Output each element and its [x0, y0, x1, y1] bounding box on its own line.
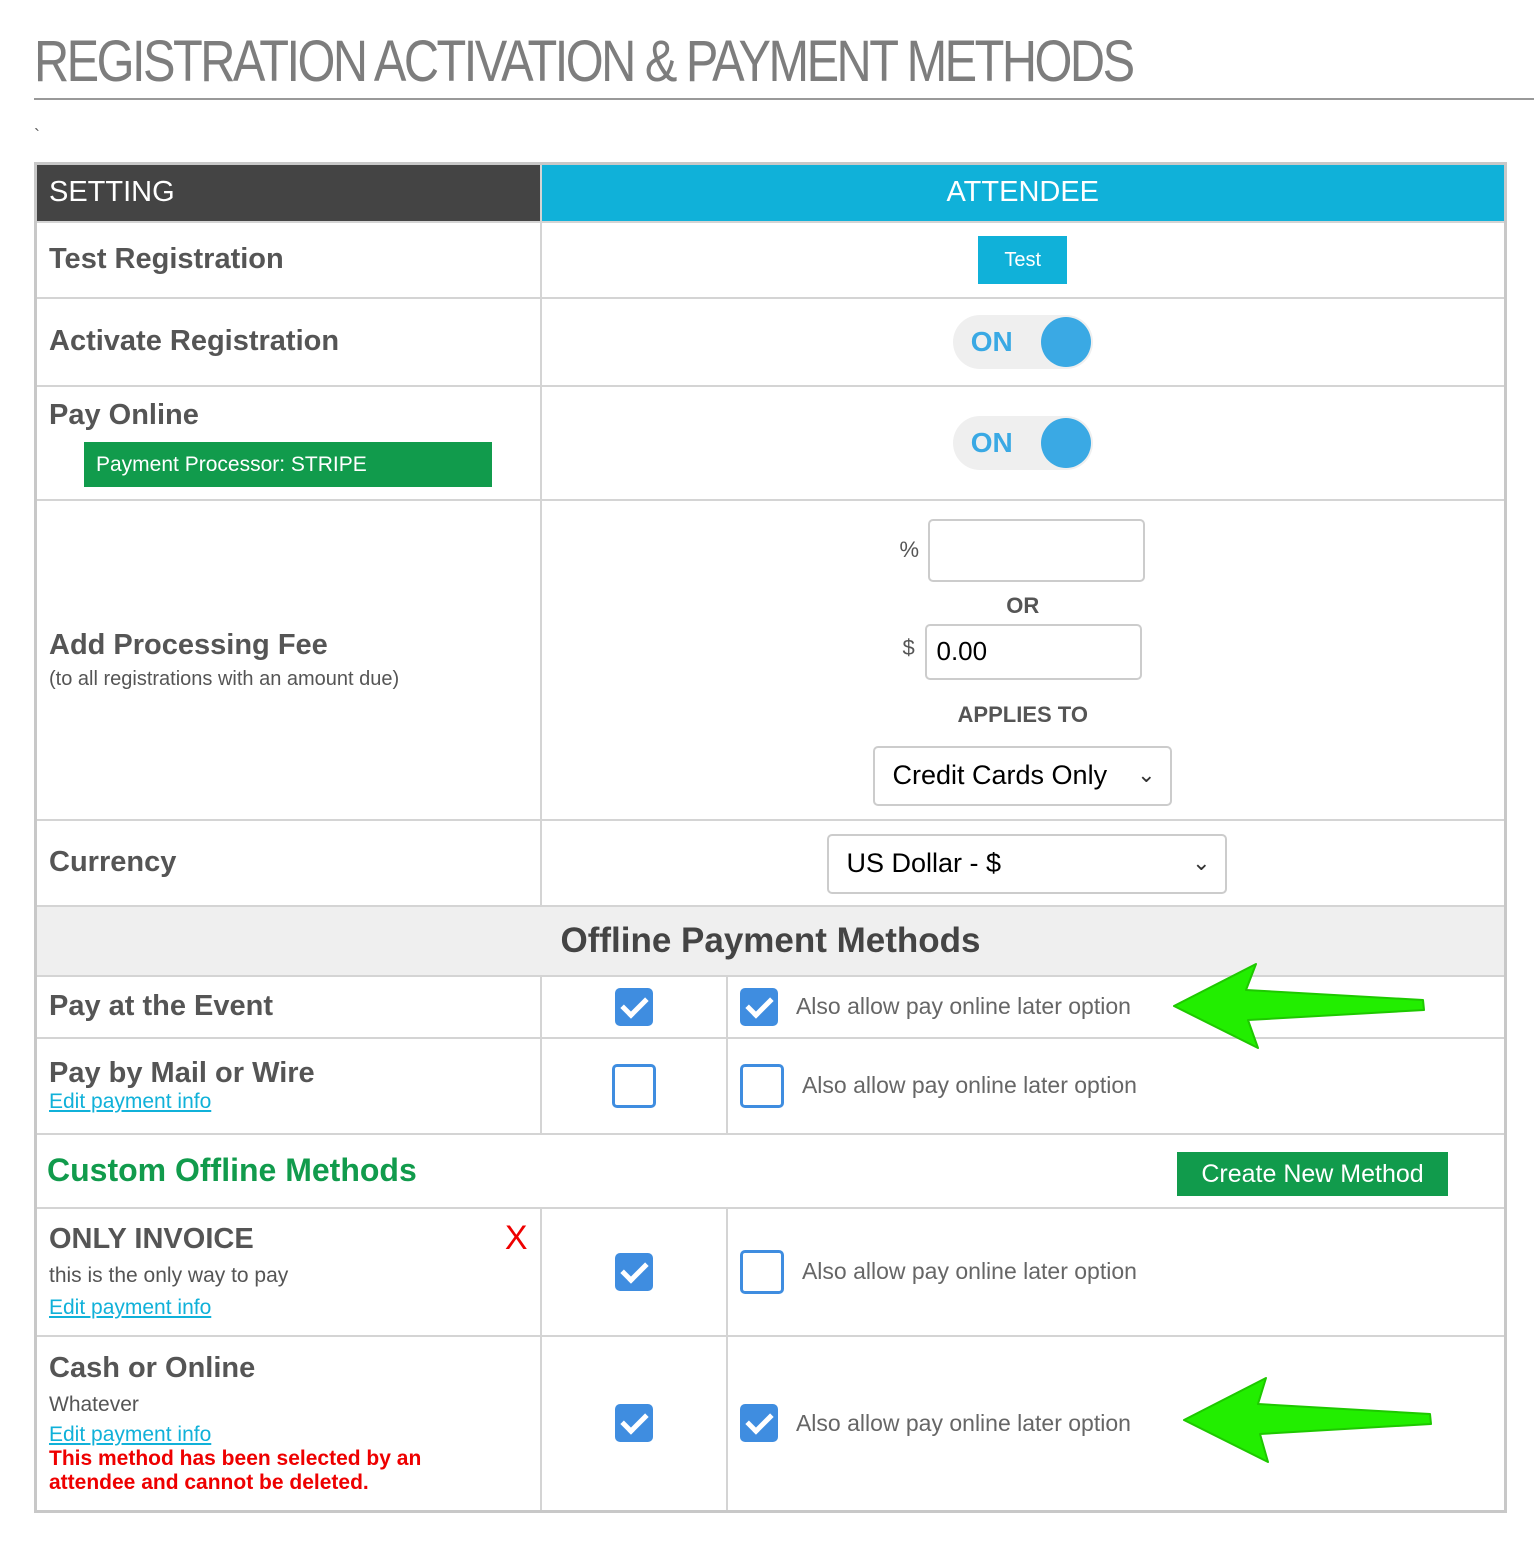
- processing-fee-controls: % OR $ APPLIES TO Credit Cards Only ⌄: [542, 501, 1505, 819]
- online-later-label: Also allow pay online later option: [795, 1409, 1131, 1436]
- online-later-label: Also allow pay online later option: [801, 1258, 1137, 1284]
- activate-registration-toggle[interactable]: ON: [952, 314, 1093, 369]
- row-custom-only-invoice: ONLY INVOICE this is the only way to pay…: [34, 1206, 1507, 1337]
- row-custom-heading: Custom Offline Methods Create New Method: [34, 1132, 1507, 1209]
- processing-fee-label: Add Processing Fee: [49, 628, 328, 661]
- currency-select[interactable]: US Dollar - $ ⌄: [826, 833, 1227, 894]
- stray-mark: `: [34, 126, 40, 146]
- delete-method-icon[interactable]: X: [505, 1219, 528, 1258]
- title-divider: [34, 98, 1534, 100]
- row-processing-fee: Add Processing Fee (to all registrations…: [34, 498, 1507, 821]
- applies-to-label: APPLIES TO: [957, 701, 1088, 727]
- table-header-row: SETTING ATTENDEE: [34, 162, 1507, 223]
- processing-fee-subnote: (to all registrations with an amount due…: [49, 667, 400, 690]
- edit-payment-info-link[interactable]: Edit payment info: [49, 1423, 211, 1447]
- or-separator: OR: [1006, 592, 1040, 618]
- method-label: ONLY INVOICE: [49, 1223, 254, 1255]
- only-invoice-online-later-checkbox[interactable]: [739, 1249, 784, 1294]
- method-description: Whatever: [49, 1392, 139, 1416]
- pay-at-event-checkbox[interactable]: [614, 987, 653, 1026]
- currency-selected: US Dollar - $: [846, 847, 1002, 878]
- pay-by-mail-checkbox[interactable]: [611, 1063, 656, 1108]
- pay-by-mail-online-later-checkbox[interactable]: [739, 1063, 784, 1108]
- annotation-arrow-icon: [1183, 1377, 1432, 1463]
- applies-to-select[interactable]: Credit Cards Only ⌄: [872, 745, 1172, 806]
- method-label: Pay at the Event: [49, 990, 274, 1022]
- pay-online-toggle[interactable]: ON: [952, 415, 1093, 470]
- row-activate-registration: Activate Registration ON: [34, 296, 1507, 387]
- chevron-down-icon: ⌄: [1192, 849, 1211, 875]
- page-title: REGISTRATION ACTIVATION & PAYMENT METHOD…: [34, 29, 1135, 94]
- dollar-symbol: $: [902, 634, 915, 660]
- percent-symbol: %: [899, 536, 920, 562]
- online-later-label: Also allow pay online later option: [801, 1072, 1137, 1098]
- currency-label: Currency: [49, 846, 177, 878]
- toggle-state-text: ON: [970, 325, 1013, 357]
- only-invoice-checkbox[interactable]: [614, 1252, 653, 1291]
- annotation-arrow-icon: [1173, 963, 1425, 1049]
- applies-to-selected: Credit Cards Only: [892, 759, 1108, 790]
- test-registration-label: Test Registration: [49, 243, 284, 275]
- method-label: Cash or Online: [49, 1351, 256, 1384]
- percent-fee-input[interactable]: [927, 518, 1145, 582]
- chevron-down-icon: ⌄: [1137, 761, 1156, 787]
- cash-or-online-checkbox[interactable]: [614, 1404, 653, 1443]
- header-attendee: ATTENDEE: [539, 162, 1507, 223]
- method-warning: This method has been selected by an atte…: [49, 1446, 422, 1494]
- cash-or-online-online-later-checkbox[interactable]: [739, 1404, 778, 1443]
- method-description: this is the only way to pay: [49, 1264, 289, 1287]
- activate-registration-label: Activate Registration: [49, 325, 340, 357]
- online-later-label: Also allow pay online later option: [795, 993, 1131, 1019]
- payment-processor-badge: Payment Processor: STRIPE: [84, 441, 492, 487]
- header-setting: SETTING: [34, 162, 542, 223]
- create-new-method-button[interactable]: Create New Method: [1177, 1151, 1449, 1196]
- pay-at-event-online-later-checkbox[interactable]: [739, 987, 778, 1026]
- toggle-state-text: ON: [970, 426, 1013, 458]
- row-pay-online: Pay Online Payment Processor: STRIPE ON: [34, 384, 1507, 501]
- edit-payment-info-link[interactable]: Edit payment info: [49, 1296, 211, 1320]
- pay-online-label: Pay Online: [49, 398, 199, 431]
- settings-table: SETTING ATTENDEE Test Registration Test …: [34, 162, 1508, 1513]
- edit-payment-info-link[interactable]: Edit payment info: [49, 1090, 211, 1114]
- custom-methods-heading: Custom Offline Methods: [47, 1152, 417, 1188]
- method-label: Pay by Mail or Wire: [49, 1057, 315, 1089]
- row-currency: Currency US Dollar - $ ⌄: [34, 818, 1507, 907]
- toggle-knob: [1040, 417, 1091, 468]
- toggle-knob: [1040, 316, 1091, 367]
- test-button[interactable]: Test: [978, 235, 1068, 284]
- dollar-fee-input[interactable]: [924, 623, 1142, 680]
- row-test-registration: Test Registration Test: [34, 220, 1507, 299]
